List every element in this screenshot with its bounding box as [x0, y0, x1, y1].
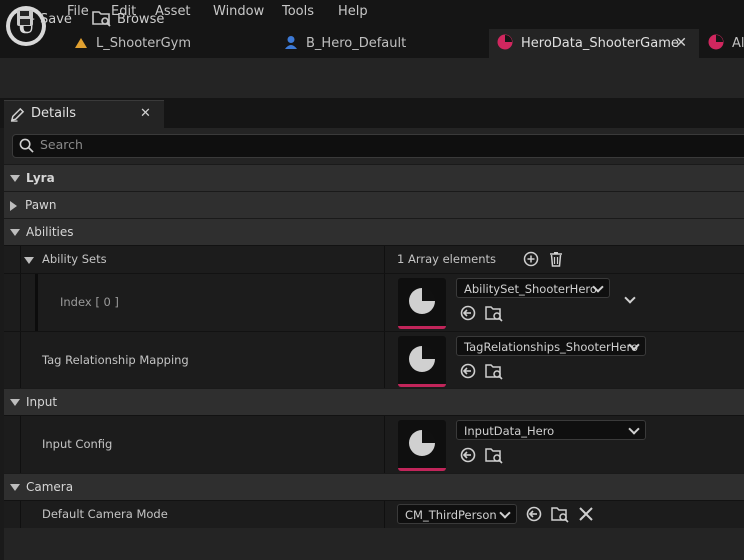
category-label: Input: [26, 395, 58, 409]
indent-guide: [20, 501, 21, 528]
tab-label: L_ShooterGym: [96, 36, 192, 51]
category-camera[interactable]: Camera: [4, 473, 744, 500]
indent-guide: [20, 416, 21, 473]
camera-mode-value: CM_ThirdPerson: [405, 508, 497, 522]
menu-tools[interactable]: Tools: [282, 3, 314, 21]
browse-label: Browse: [117, 12, 165, 27]
chevron-down-icon: [624, 292, 636, 304]
menu-window[interactable]: Window: [213, 3, 264, 21]
tab-label: Al: [732, 36, 744, 51]
search-box[interactable]: Search: [12, 134, 744, 158]
ability-sets-expander[interactable]: [24, 253, 34, 267]
tag-mapping-combo[interactable]: TagRelationships_ShooterHero: [456, 336, 646, 356]
use-selected-icon[interactable]: [459, 304, 477, 322]
details-tab-label: Details: [31, 106, 77, 121]
indent-guide: [20, 246, 21, 273]
clear-icon[interactable]: [577, 505, 595, 523]
input-config-label: Input Config: [42, 437, 113, 451]
data-asset-pie-icon: [409, 346, 435, 372]
tab-overflow[interactable]: Al: [703, 29, 744, 58]
tab-l-shootergym[interactable]: L_ShooterGym: [60, 29, 265, 58]
ability-set-combo[interactable]: AbilitySet_ShooterHero: [456, 278, 610, 298]
category-input[interactable]: Input: [4, 388, 744, 415]
tag-mapping-label: Tag Relationship Mapping: [42, 353, 189, 367]
property-row-input-config: Input Config InputData_Hero: [4, 415, 744, 473]
camera-mode-label: Default Camera Mode: [42, 507, 168, 521]
browse-asset-icon[interactable]: [485, 304, 503, 322]
save-button[interactable]: Save: [16, 9, 72, 30]
ability-sets-label: Ability Sets: [42, 252, 107, 266]
column-divider: [384, 416, 385, 473]
tag-mapping-value: TagRelationships_ShooterHero: [464, 340, 639, 354]
menu-help[interactable]: Help: [338, 3, 368, 21]
category-label: Pawn: [25, 198, 57, 212]
element-options-dropdown[interactable]: [624, 292, 636, 304]
asset-thumbnail[interactable]: [398, 420, 446, 471]
category-lyra[interactable]: Lyra: [4, 164, 744, 191]
asset-toolbar: [0, 58, 744, 98]
pencil-icon: [10, 107, 25, 122]
category-label: Camera: [26, 480, 74, 494]
data-asset-pie-icon: [409, 430, 435, 456]
indent-guide: [20, 332, 21, 389]
save-icon: [17, 9, 33, 26]
asset-thumbnail[interactable]: [398, 278, 446, 329]
expand-arrow-icon: [10, 200, 17, 211]
level-icon: [75, 37, 87, 48]
category-label: Lyra: [26, 171, 55, 185]
search-icon: [19, 138, 34, 153]
collapse-arrow-icon: [10, 484, 20, 491]
use-selected-icon[interactable]: [459, 362, 477, 380]
tab-label: B_Hero_Default: [306, 36, 407, 51]
array-count: 1 Array elements: [397, 252, 497, 266]
collapse-arrow-icon: [24, 257, 34, 264]
data-asset-icon: [497, 34, 513, 49]
index-label: Index [ 0 ]: [60, 295, 119, 309]
indent-guide: [35, 274, 38, 331]
trash-icon[interactable]: [547, 250, 565, 268]
details-tab[interactable]: Details ✕: [4, 100, 164, 129]
use-selected-icon[interactable]: [459, 446, 477, 464]
browse-button[interactable]: Browse: [92, 10, 164, 30]
browse-asset-icon[interactable]: [485, 446, 503, 464]
search-placeholder: Search: [40, 137, 83, 152]
input-config-combo[interactable]: InputData_Hero: [456, 420, 646, 440]
tab-close-icon[interactable]: ✕: [675, 29, 687, 58]
asset-thumbnail[interactable]: [398, 336, 446, 387]
ability-set-value: AbilitySet_ShooterHero: [464, 282, 597, 296]
browse-asset-icon[interactable]: [551, 505, 569, 523]
chevron-down-icon: [499, 507, 511, 519]
use-selected-icon[interactable]: [525, 505, 543, 523]
browse-folder-icon: [92, 10, 111, 27]
collapse-arrow-icon: [10, 175, 20, 182]
input-config-value: InputData_Hero: [464, 424, 555, 438]
chevron-down-icon: [628, 423, 640, 435]
collapse-arrow-icon: [10, 229, 20, 236]
property-row-index-0: Index [ 0 ] AbilitySet_ShooterHero: [4, 273, 744, 331]
column-divider: [384, 332, 385, 389]
category-label: Abilities: [26, 225, 74, 239]
property-row-tag-relationship-mapping: Tag Relationship Mapping TagRelationship…: [4, 331, 744, 389]
data-asset-pie-icon: [409, 288, 435, 314]
tab-b-hero-default[interactable]: B_Hero_Default: [270, 29, 485, 58]
category-abilities[interactable]: Abilities: [4, 218, 744, 245]
save-label: Save: [40, 12, 72, 27]
column-divider: [384, 274, 385, 331]
add-element-icon[interactable]: [522, 250, 540, 268]
indent-guide: [20, 274, 21, 331]
property-row-default-camera-mode: Default Camera Mode CM_ThirdPerson: [4, 500, 744, 528]
column-divider: [384, 246, 385, 273]
category-pawn[interactable]: Pawn: [4, 191, 744, 218]
column-divider: [384, 501, 385, 528]
tab-label: HeroData_ShooterGame: [521, 36, 679, 51]
camera-mode-combo[interactable]: CM_ThirdPerson: [397, 504, 517, 524]
close-icon[interactable]: ✕: [140, 106, 151, 121]
tab-herodata-shootergame[interactable]: HeroData_ShooterGame ✕: [489, 29, 699, 58]
browse-asset-icon[interactable]: [485, 362, 503, 380]
blueprint-actor-icon: [285, 35, 297, 49]
property-row-ability-sets: Ability Sets 1 Array elements: [4, 245, 744, 273]
data-asset-icon: [708, 34, 724, 49]
collapse-arrow-icon: [10, 399, 20, 406]
